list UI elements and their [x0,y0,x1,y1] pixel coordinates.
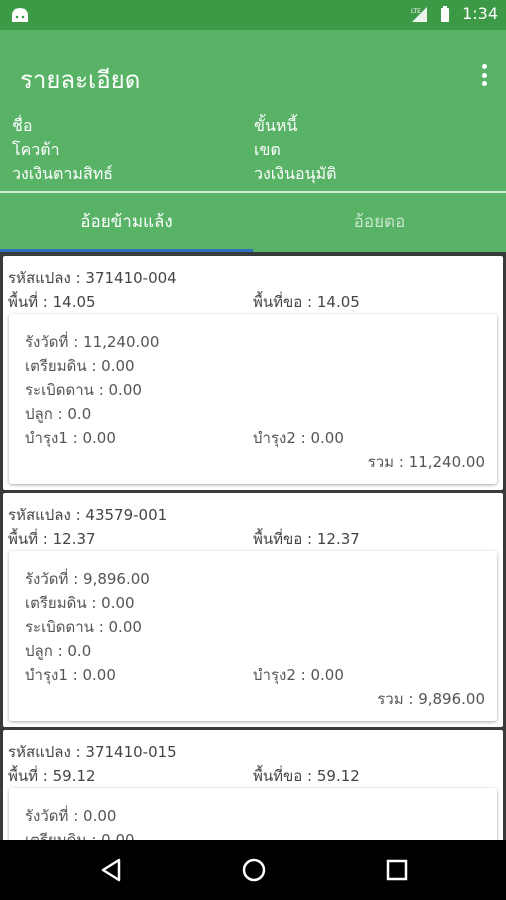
prep-value: เตรียมดิน : 0.00 [25,357,135,375]
tab-bar: อ้อยข้ามแล้ง อ้อยตอ [0,193,506,252]
plot-area: พื้นที่ : 14.05 [8,293,96,311]
measure-value: รังวัดที่ : 0.00 [25,807,117,825]
plot-card[interactable]: รหัสแปลง : 371410-015 พื้นที่ : 59.12 พื… [3,730,503,840]
tab-off-season-cane[interactable]: อ้อยข้ามแล้ง [0,193,253,252]
clock: 1:34 [462,4,498,23]
zone-label: เขต [254,140,281,159]
navigation-bar [0,840,506,900]
debt-level-label: ขั้นหนี้ [254,116,298,135]
plot-requested-area: พื้นที่ขอ : 14.05 [253,293,360,311]
plot-area: พื้นที่ : 59.12 [8,767,96,785]
total-value: รวม : 11,240.00 [367,453,485,471]
recents-icon[interactable] [383,856,411,884]
entitled-amount-label: วงเงินตามสิทธ์ [12,164,114,183]
page-title: รายละเอียด [20,66,141,94]
plot-area: พื้นที่ : 12.37 [8,530,96,548]
total-value: รวม : 9,896.00 [377,690,485,708]
blast-value: ระเบิดดาน : 0.00 [25,618,142,636]
plot-cost-panel: รังวัดที่ : 0.00 เตรียมดิน : 0.00 [9,788,497,840]
status-bar: LTE 1:34 [0,0,506,30]
home-icon[interactable] [240,856,268,884]
plot-cost-panel: รังวัดที่ : 9,896.00 เตรียมดิน : 0.00 ระ… [9,551,497,721]
measure-value: รังวัดที่ : 11,240.00 [25,333,160,351]
plant-value: ปลูก : 0.0 [25,642,92,660]
network-type: LTE [411,8,421,15]
blast-value: ระเบิดดาน : 0.00 [25,381,142,399]
android-icon [12,8,28,22]
approved-amount-label: วงเงินอนุมัติ [254,164,337,183]
plot-requested-area: พื้นที่ขอ : 59.12 [253,767,360,785]
plot-code: รหัสแปลง : 371410-004 [8,269,177,287]
tab-ratoon-cane[interactable]: อ้อยตอ [253,193,506,252]
plot-code: รหัสแปลง : 371410-015 [8,743,177,761]
plot-cost-panel: รังวัดที่ : 11,240.00 เตรียมดิน : 0.00 ร… [9,314,497,484]
plot-card[interactable]: รหัสแปลง : 43579-001 พื้นที่ : 12.37 พื้… [3,493,503,727]
measure-value: รังวัดที่ : 9,896.00 [25,570,150,588]
quota-label: โควต้า [12,140,60,159]
prep-value: เตรียมดิน : 0.00 [25,831,135,840]
more-vert-icon[interactable] [476,62,492,88]
plot-list[interactable]: รหัสแปลง : 371410-004 พื้นที่ : 14.05 พื… [0,252,506,840]
plant-value: ปลูก : 0.0 [25,405,92,423]
maint1-value: บำรุง1 : 0.00 [25,666,116,684]
info-right: ขั้นหนี้ เขต วงเงินอนุมัติ [254,114,337,186]
plot-requested-area: พื้นที่ขอ : 12.37 [253,530,360,548]
app-bar: รายละเอียด ชื่อ โควต้า วงเงินตามสิทธ์ ขั… [0,30,506,252]
back-icon[interactable] [97,856,125,884]
plot-code: รหัสแปลง : 43579-001 [8,506,168,524]
name-label: ชื่อ [12,116,33,135]
maint1-value: บำรุง1 : 0.00 [25,429,116,447]
info-left: ชื่อ โควต้า วงเงินตามสิทธ์ [12,114,113,186]
plot-card[interactable]: รหัสแปลง : 371410-004 พื้นที่ : 14.05 พื… [3,256,503,490]
battery-icon [441,5,450,22]
prep-value: เตรียมดิน : 0.00 [25,594,135,612]
maint2-value: บำรุง2 : 0.00 [253,666,344,684]
signal-icon: LTE [411,6,428,22]
maint2-value: บำรุง2 : 0.00 [253,429,344,447]
